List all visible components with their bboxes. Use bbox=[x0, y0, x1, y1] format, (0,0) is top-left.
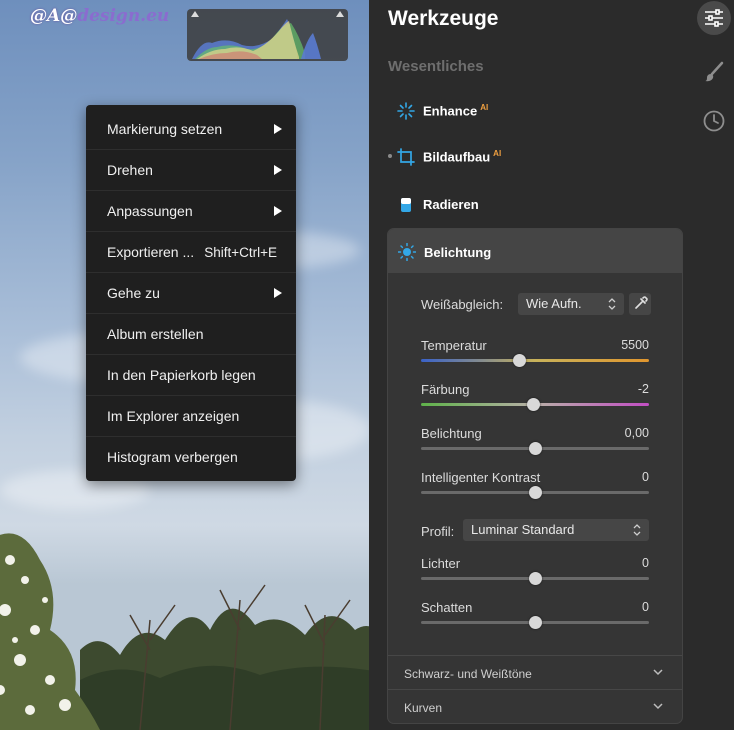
slider-faerbung[interactable] bbox=[421, 397, 649, 411]
tool-enhance[interactable]: Enhance AI bbox=[369, 91, 691, 131]
sliders-icon bbox=[705, 9, 723, 27]
slider-value-kontrast: 0 bbox=[642, 470, 649, 484]
exposure-title: Belichtung bbox=[424, 245, 492, 260]
watermark-logo: @A@design.eu bbox=[30, 6, 170, 26]
white-balance-select[interactable]: Wie Aufn. bbox=[518, 293, 624, 315]
brush-tab-button[interactable] bbox=[697, 55, 731, 89]
tree-silhouette bbox=[80, 584, 369, 730]
menu-item-label: Histogram verbergen bbox=[107, 449, 238, 465]
menu-item-label: Gehe zu bbox=[107, 285, 160, 301]
menu-item-im-explorer-anzeigen[interactable]: Im Explorer anzeigen bbox=[86, 396, 296, 437]
slider-thumb[interactable] bbox=[529, 486, 542, 499]
tool-label: Radieren bbox=[423, 197, 479, 212]
menu-item-album-erstellen[interactable]: Album erstellen bbox=[86, 314, 296, 355]
exposure-panel: Belichtung Weißabgleich: Wie Aufn. Tempe… bbox=[387, 228, 683, 724]
slider-label-belichtung: Belichtung bbox=[421, 426, 482, 441]
menu-item-label: Album erstellen bbox=[107, 326, 204, 342]
updown-chevron-icon bbox=[633, 524, 641, 536]
menu-item-label: Im Explorer anzeigen bbox=[107, 408, 240, 424]
submenu-arrow-icon bbox=[274, 288, 282, 298]
crop-icon bbox=[397, 148, 415, 166]
slider-label-lichter: Lichter bbox=[421, 556, 461, 571]
profile-value: Luminar Standard bbox=[471, 522, 575, 537]
slider-thumb[interactable] bbox=[529, 616, 542, 629]
white-balance-value: Wie Aufn. bbox=[526, 296, 582, 311]
slider-value-temperatur: 5500 bbox=[621, 338, 649, 352]
menu-item-histogram-verbergen[interactable]: Histogram verbergen bbox=[86, 437, 296, 478]
slider-value-belichtung: 0,00 bbox=[624, 426, 649, 440]
chevron-down-icon bbox=[653, 669, 663, 676]
chevron-down-icon bbox=[653, 703, 663, 710]
menu-item-papierkorb[interactable]: In den Papierkorb legen bbox=[86, 355, 296, 396]
white-balance-label: Weißabgleich: bbox=[421, 297, 504, 312]
section-label: Kurven bbox=[404, 701, 443, 715]
updown-chevron-icon bbox=[608, 298, 616, 310]
brush-icon bbox=[705, 61, 724, 82]
menu-item-markierung-setzen[interactable]: Markierung setzen bbox=[86, 109, 296, 150]
slider-thumb[interactable] bbox=[529, 572, 542, 585]
slider-label-temperatur: Temperatur bbox=[421, 338, 487, 353]
ai-badge: AI bbox=[493, 149, 502, 158]
eyedropper-icon bbox=[635, 296, 648, 309]
slider-value-lichter: 0 bbox=[642, 556, 649, 570]
slider-label-kontrast: Intelligenter Kontrast bbox=[421, 470, 541, 485]
slider-schatten[interactable] bbox=[421, 615, 649, 629]
ai-badge: AI bbox=[480, 103, 489, 112]
blossom-branches bbox=[0, 533, 100, 730]
tool-bildaufbau[interactable]: Bildaufbau AI bbox=[369, 137, 691, 177]
tool-radieren[interactable]: Radieren bbox=[369, 185, 691, 225]
histogram-clip-warning-left[interactable] bbox=[191, 11, 199, 17]
eraser-icon bbox=[401, 198, 411, 212]
icon-rail bbox=[691, 0, 734, 730]
menu-item-shortcut: Shift+Ctrl+E bbox=[204, 245, 277, 260]
history-tab-button[interactable] bbox=[697, 104, 731, 138]
menu-item-label: Markierung setzen bbox=[107, 121, 223, 137]
slider-belichtung[interactable] bbox=[421, 441, 649, 455]
slider-thumb[interactable] bbox=[526, 398, 540, 411]
tool-label: Bildaufbau AI bbox=[423, 149, 502, 165]
history-clock-icon bbox=[703, 110, 725, 132]
slider-thumb[interactable] bbox=[513, 354, 527, 367]
menu-item-gehe-zu[interactable]: Gehe zu bbox=[86, 273, 296, 314]
histogram bbox=[187, 9, 348, 61]
tools-panel: Werkzeuge Wesentliches Enhance AI Bildauf… bbox=[369, 0, 691, 730]
section-kurven[interactable]: Kurven bbox=[388, 689, 682, 723]
submenu-arrow-icon bbox=[274, 206, 282, 216]
menu-item-exportieren[interactable]: Exportieren ... Shift+Ctrl+E bbox=[86, 232, 296, 273]
section-schwarz-weisstoene[interactable]: Schwarz- und Weißtöne bbox=[388, 655, 682, 689]
section-heading-essentials: Wesentliches bbox=[388, 58, 484, 75]
sun-icon bbox=[398, 243, 416, 261]
slider-label-faerbung: Färbung bbox=[421, 382, 470, 397]
slider-track bbox=[421, 359, 649, 362]
active-dot bbox=[388, 154, 392, 158]
exposure-header[interactable]: Belichtung bbox=[388, 229, 682, 273]
profile-label: Profil: bbox=[421, 524, 455, 539]
tool-label: Enhance AI bbox=[423, 103, 489, 119]
photo-canvas[interactable]: @A@design.eu Markierung setzen Drehen An… bbox=[0, 0, 369, 730]
sparkle-icon bbox=[397, 102, 415, 120]
menu-item-label: In den Papierkorb legen bbox=[107, 367, 256, 383]
menu-item-anpassungen[interactable]: Anpassungen bbox=[86, 191, 296, 232]
menu-item-label: Drehen bbox=[107, 162, 153, 178]
submenu-arrow-icon bbox=[274, 165, 282, 175]
slider-lichter[interactable] bbox=[421, 571, 649, 585]
menu-item-label: Anpassungen bbox=[107, 203, 193, 219]
section-label: Schwarz- und Weißtöne bbox=[404, 667, 532, 681]
menu-item-label: Exportieren ... bbox=[107, 244, 195, 260]
slider-value-faerbung: -2 bbox=[637, 382, 649, 396]
menu-item-drehen[interactable]: Drehen bbox=[86, 150, 296, 191]
tools-tab-button[interactable] bbox=[697, 1, 731, 35]
context-menu: Markierung setzen Drehen Anpassungen Exp… bbox=[86, 105, 296, 481]
slider-temperatur[interactable] bbox=[421, 353, 649, 367]
profile-select[interactable]: Luminar Standard bbox=[463, 519, 649, 541]
slider-label-schatten: Schatten bbox=[421, 600, 473, 615]
histogram-graph bbox=[192, 19, 321, 59]
submenu-arrow-icon bbox=[274, 124, 282, 134]
slider-value-schatten: 0 bbox=[642, 600, 649, 614]
slider-thumb[interactable] bbox=[529, 442, 542, 455]
slider-intelligenter-kontrast[interactable] bbox=[421, 485, 649, 499]
eyedropper-button[interactable] bbox=[629, 293, 651, 315]
histogram-clip-warning-right[interactable] bbox=[336, 11, 344, 17]
panel-title: Werkzeuge bbox=[388, 7, 499, 30]
